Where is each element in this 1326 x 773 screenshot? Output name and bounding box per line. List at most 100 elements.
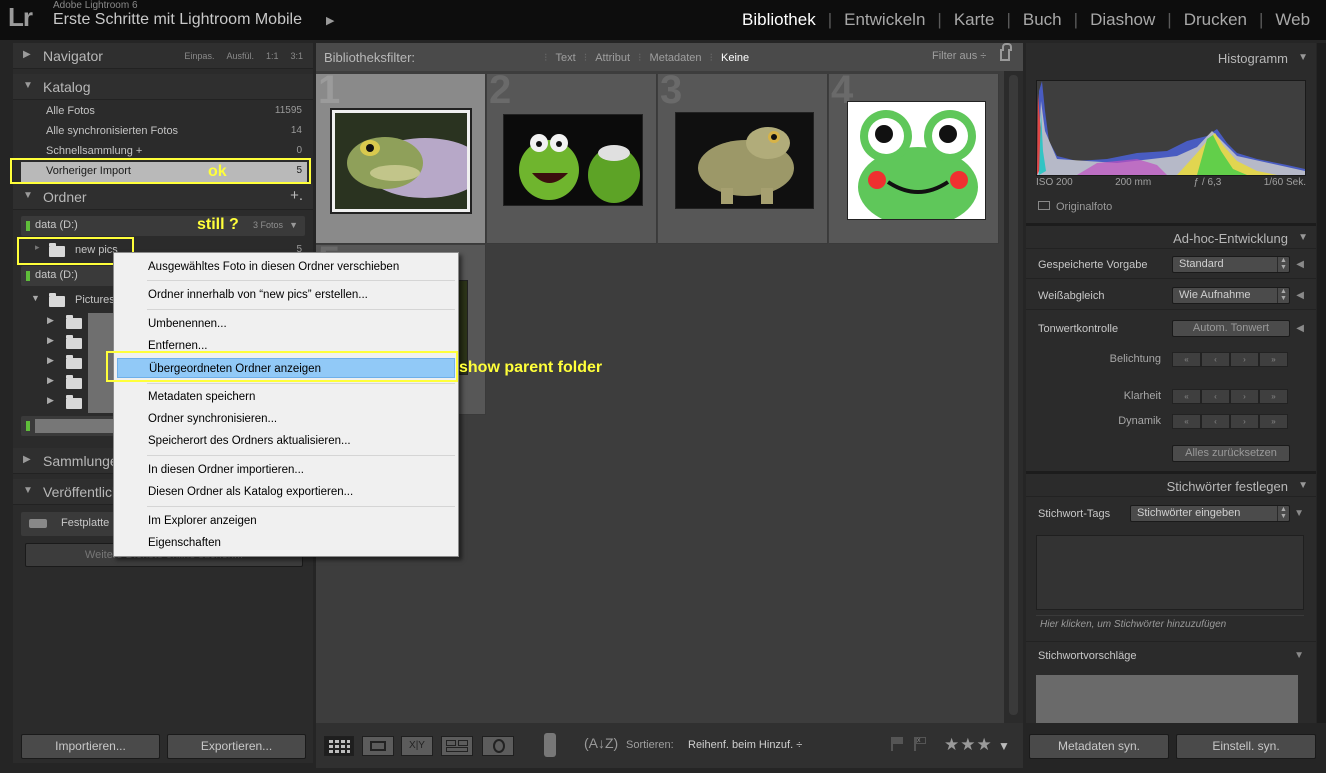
menu-update-location[interactable]: Speicherort des Ordners aktualisieren... (117, 431, 455, 451)
grid-cell-1[interactable]: 1 (316, 68, 486, 244)
grid-view-button[interactable] (324, 736, 354, 756)
decrease-button[interactable]: ‹ (1201, 414, 1230, 429)
catalog-arrow-icon[interactable]: ▶ (326, 14, 334, 27)
volume-menu-icon[interactable]: ▼ (289, 220, 298, 230)
exif-shutter: 1/60 Sek. (1263, 177, 1306, 188)
expand-icon[interactable]: ◀ (1296, 259, 1304, 270)
preset-select[interactable]: Standard ▲ ▼ (1172, 256, 1290, 273)
menu-show-in-explorer[interactable]: Im Explorer anzeigen (117, 511, 455, 531)
checkbox-icon[interactable] (1038, 201, 1050, 210)
thumbnail-cartoon-frog[interactable] (847, 101, 986, 220)
ordner-header[interactable]: ▼ Ordner +. (13, 184, 313, 210)
rating-stars[interactable]: ★★★ (944, 735, 993, 755)
lock-icon[interactable] (1000, 43, 1012, 61)
auto-tone-button[interactable]: Autom. Tonwert (1172, 320, 1290, 337)
katalog-item-synchronisiert[interactable]: Alle synchronisierten Fotos 14 (21, 122, 307, 142)
module-karte[interactable]: Karte (942, 10, 1007, 30)
filter-attribut[interactable]: Attribut (587, 52, 638, 64)
keyword-hint[interactable]: Hier klicken, um Stichwörter hinzuzufüge… (1036, 615, 1304, 633)
filter-keine[interactable]: Keine (713, 52, 757, 64)
zoom-fill[interactable]: Ausfül. (226, 51, 254, 61)
catalog-title[interactable]: Erste Schritte mit Lightroom Mobile (53, 11, 302, 29)
thumbnail-frog-1[interactable] (330, 108, 472, 214)
collapse-icon[interactable]: ▼ (1294, 650, 1304, 661)
right-panel-scrollbar[interactable] (1317, 43, 1326, 723)
filter-preset-select[interactable]: Filter aus ÷ (932, 50, 986, 62)
increase-large-button[interactable]: » (1259, 389, 1288, 404)
thumbnail-frog-2[interactable] (503, 114, 643, 206)
histogram-header[interactable]: Histogramm ▼ (1026, 43, 1316, 69)
reset-all-button[interactable]: Alles zurücksetzen (1172, 445, 1290, 462)
keyword-text-area[interactable] (1036, 535, 1304, 610)
module-buch[interactable]: Buch (1011, 10, 1074, 30)
decrease-large-button[interactable]: « (1172, 352, 1201, 367)
module-web[interactable]: Web (1263, 10, 1322, 30)
expand-icon[interactable]: ◀ (1296, 323, 1304, 334)
grid-cell-2[interactable]: 2 (487, 68, 657, 244)
zoom-3-1[interactable]: 3:1 (290, 51, 303, 61)
decrease-large-button[interactable]: « (1172, 414, 1201, 429)
compare-view-button[interactable]: X|Y (401, 736, 433, 756)
katalog-item-alle-fotos[interactable]: Alle Fotos 11595 (21, 102, 307, 122)
grid-scrollbar-thumb[interactable] (1009, 75, 1018, 715)
metadata-sync-button[interactable]: Metadaten syn. (1029, 734, 1169, 759)
decrease-large-button[interactable]: « (1172, 389, 1201, 404)
volume-data-d[interactable]: data (D:) 3 Fotos ▼ (21, 216, 305, 236)
toolbar-menu-icon[interactable]: ▼ (998, 739, 1010, 753)
collapse-icon[interactable]: ▼ (1294, 508, 1304, 519)
settings-sync-button[interactable]: Einstell. syn. (1176, 734, 1316, 759)
navigator-header[interactable]: ▶ Navigator Einpas. Ausfül. 1:1 3:1 (13, 43, 313, 69)
sort-direction-icon[interactable]: (A↓Z) (584, 735, 618, 751)
survey-icon-part (446, 747, 468, 752)
menu-import-into[interactable]: In diesen Ordner importieren... (117, 460, 455, 480)
volume-bar-3[interactable] (21, 416, 121, 436)
decrease-button[interactable]: ‹ (1201, 389, 1230, 404)
adhoc-header[interactable]: Ad-hoc-Entwicklung ▼ (1026, 223, 1316, 249)
keywording-header[interactable]: Stichwörter festlegen ▼ (1026, 471, 1316, 497)
module-diashow[interactable]: Diashow (1078, 10, 1167, 30)
increase-large-button[interactable]: » (1259, 352, 1288, 367)
grid-scrollbar[interactable] (1004, 71, 1023, 723)
increase-button[interactable]: › (1230, 352, 1259, 367)
filter-metadaten[interactable]: Metadaten (642, 52, 710, 64)
increase-large-button[interactable]: » (1259, 414, 1288, 429)
menu-properties[interactable]: Eigenschaften (117, 533, 455, 553)
import-button[interactable]: Importieren... (21, 734, 160, 759)
menu-sync-folder[interactable]: Ordner synchronisieren... (117, 409, 455, 429)
keyword-suggestions-row: Stichwortvorschläge ▼ (1026, 641, 1316, 669)
menu-move-photo[interactable]: Ausgewähltes Foto in diesen Ordner versc… (117, 257, 455, 277)
sort-order-select[interactable]: Reihenf. beim Hinzuf. ÷ (688, 739, 802, 751)
expand-icon[interactable]: ◀ (1296, 290, 1304, 301)
original-photo-toggle[interactable]: Originalfoto (1038, 201, 1112, 213)
module-bibliothek[interactable]: Bibliothek (730, 10, 828, 30)
keyword-entry-select[interactable]: Stichwörter eingeben ▲ ▼ (1130, 505, 1290, 522)
menu-export-catalog[interactable]: Diesen Ordner als Katalog exportieren... (117, 482, 455, 502)
menu-create-folder[interactable]: Ordner innerhalb von “new pics” erstelle… (117, 285, 455, 305)
export-button[interactable]: Exportieren... (167, 734, 306, 759)
flag-icon[interactable] (891, 737, 903, 751)
people-view-button[interactable] (482, 736, 514, 756)
add-folder-button[interactable]: +. (290, 187, 303, 204)
module-drucken[interactable]: Drucken (1172, 10, 1259, 30)
grid-cell-4[interactable]: 4 (829, 68, 999, 244)
increase-button[interactable]: › (1230, 414, 1259, 429)
katalog-header[interactable]: ▼ Katalog (13, 74, 313, 100)
hard-drive-icon (29, 519, 47, 528)
increase-button[interactable]: › (1230, 389, 1259, 404)
histogram-title: Histogramm (1217, 51, 1288, 66)
decrease-button[interactable]: ‹ (1201, 352, 1230, 367)
katalog-item-count: 0 (296, 145, 302, 156)
filter-text[interactable]: Text (548, 52, 584, 64)
loupe-view-button[interactable] (362, 736, 394, 756)
menu-save-metadata[interactable]: Metadaten speichern (117, 387, 455, 407)
menu-rename[interactable]: Umbenennen... (117, 314, 455, 334)
spray-can-icon[interactable] (544, 733, 556, 757)
grid-cell-3[interactable]: 3 (658, 68, 828, 244)
module-entwickeln[interactable]: Entwickeln (832, 10, 937, 30)
zoom-fit[interactable]: Einpas. (184, 51, 214, 61)
zoom-1-1[interactable]: 1:1 (266, 51, 279, 61)
thumbnail-frog-3[interactable] (675, 112, 814, 209)
wb-select[interactable]: Wie Aufnahme ▲ ▼ (1172, 287, 1290, 304)
survey-view-button[interactable] (441, 736, 473, 756)
reject-flag-icon[interactable]: x (914, 737, 926, 751)
